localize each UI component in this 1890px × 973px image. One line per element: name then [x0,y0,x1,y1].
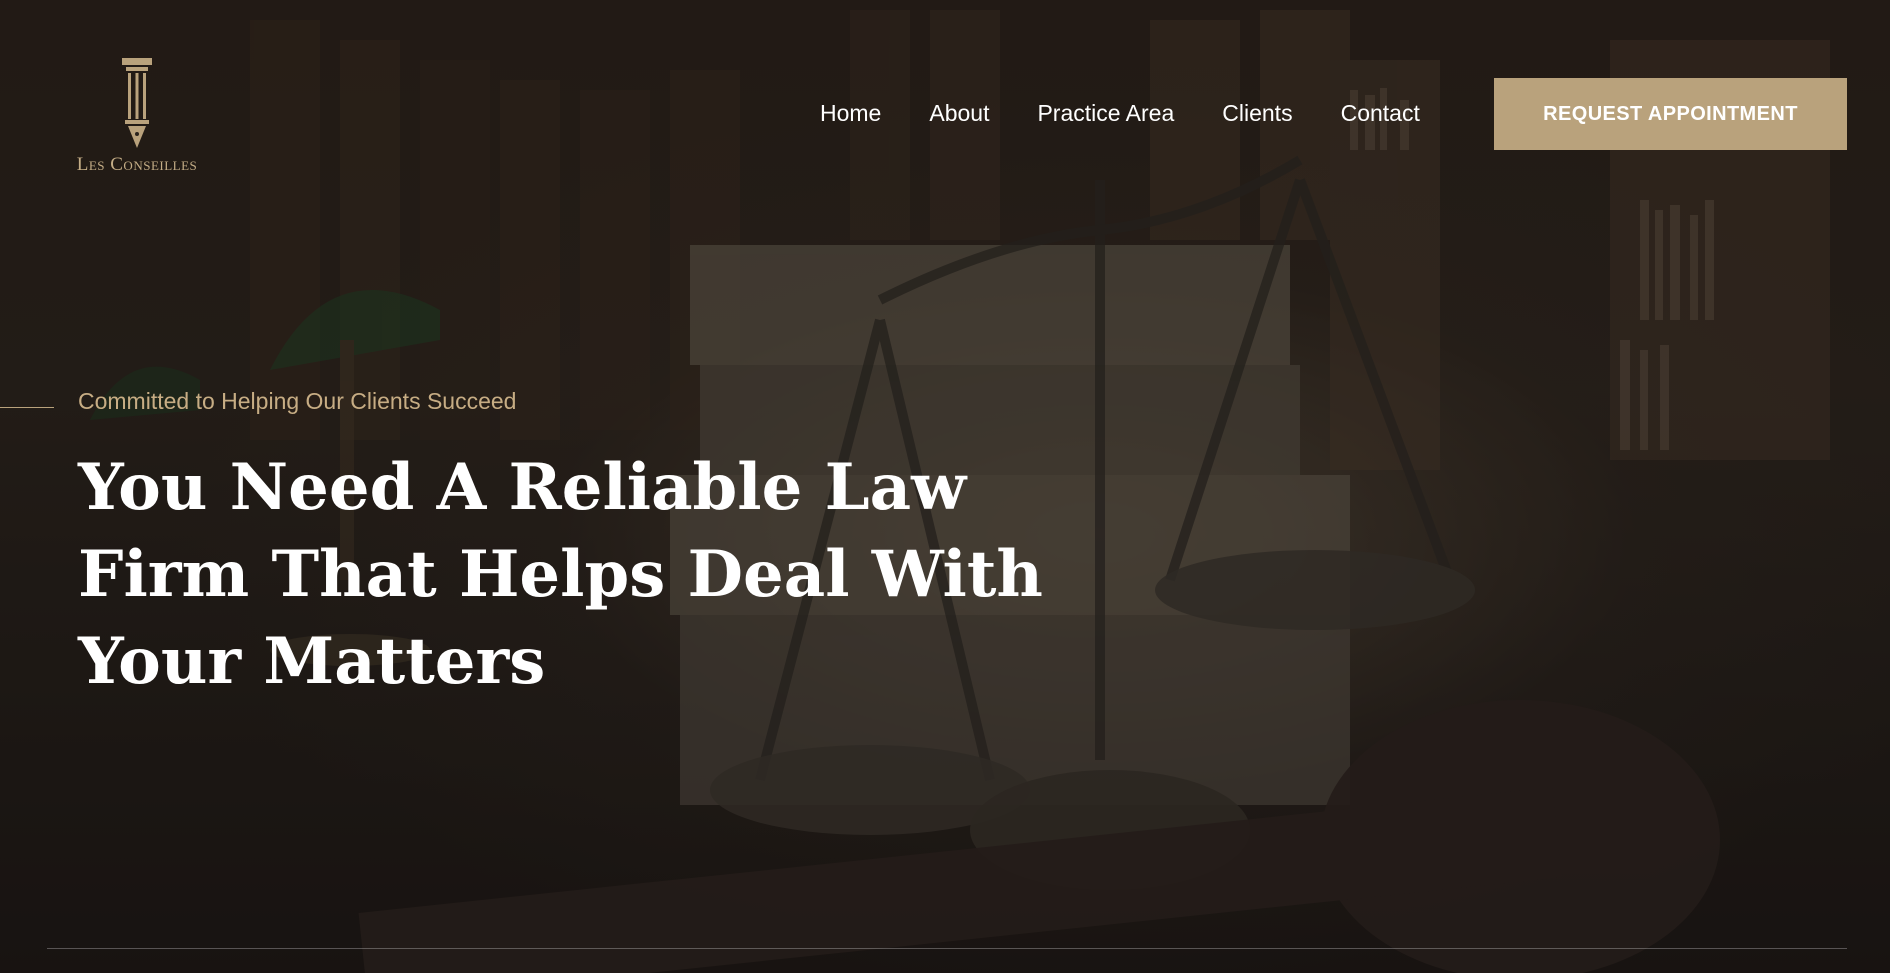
site-logo[interactable]: Les Conseilles [62,56,212,176]
hero-bottom-divider [47,948,1847,949]
tagline-divider [0,407,54,408]
hero-tagline: Committed to Helping Our Clients Succeed [78,388,517,414]
main-nav: Home About Practice Area Clients Contact [820,100,1420,127]
nav-clients[interactable]: Clients [1222,100,1292,127]
nav-contact[interactable]: Contact [1341,100,1420,127]
hero-section: Les Conseilles Home About Practice Area … [0,0,1890,973]
nav-practice-area[interactable]: Practice Area [1037,100,1174,127]
pen-column-icon [122,58,152,148]
nav-about[interactable]: About [929,100,989,127]
nav-home[interactable]: Home [820,100,881,127]
hero-headline: You Need A Reliable Law Firm That Helps … [78,450,1043,699]
request-appointment-button[interactable]: REQUEST APPOINTMENT [1494,78,1847,150]
logo-text: Les Conseilles [76,154,198,175]
